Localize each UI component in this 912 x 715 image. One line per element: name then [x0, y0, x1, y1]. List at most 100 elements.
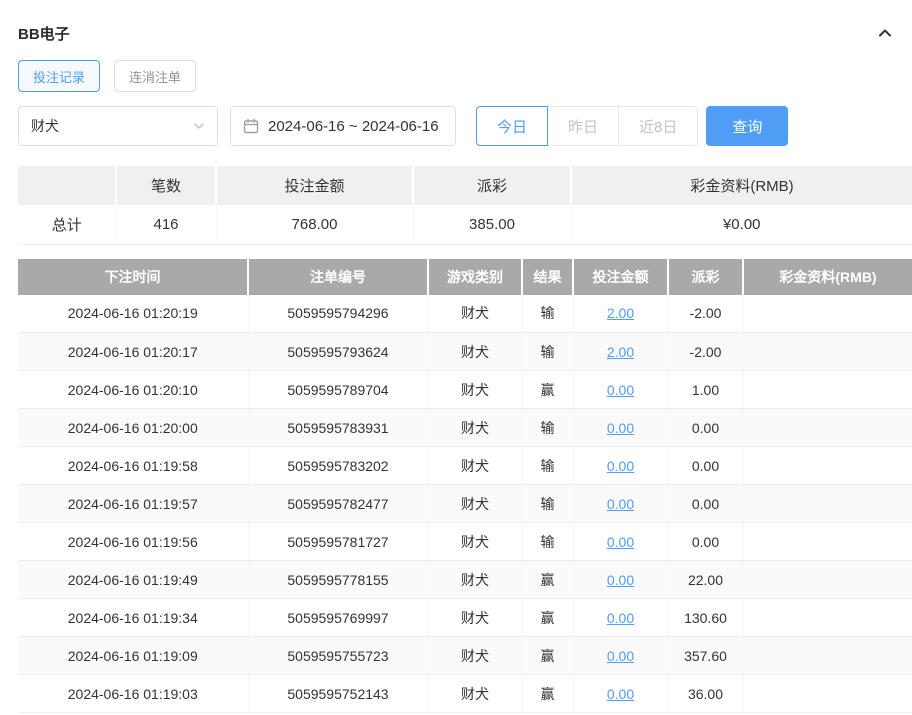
- tab-bet-records[interactable]: 投注记录: [18, 60, 100, 92]
- cell-payout: -2.00: [668, 333, 743, 371]
- table-row: 2024-06-16 01:19:345059595769997财犬赢0.001…: [18, 599, 912, 637]
- cell-jackpot: [743, 599, 912, 637]
- quick-range-yesterday[interactable]: 昨日: [547, 106, 619, 146]
- table-row: 2024-06-16 01:19:565059595781727财犬输0.000…: [18, 523, 912, 561]
- summary-total-row: 总计 416 768.00 385.00 ¥0.00: [18, 205, 912, 244]
- cell-bet-amount: 0.00: [573, 409, 668, 447]
- bet-amount-link[interactable]: 0.00: [607, 496, 634, 512]
- records-table: 下注时间 注单编号 游戏类别 结果 投注金额 派彩 彩金资料(RMB) 2024…: [18, 259, 912, 714]
- summary-bet-amount-value: 768.00: [216, 205, 413, 244]
- bet-amount-link[interactable]: 2.00: [607, 344, 634, 360]
- collapse-panel-button[interactable]: [874, 22, 896, 44]
- cell-result: 赢: [522, 561, 573, 599]
- summary-header-bet-amount: 投注金额: [216, 166, 413, 205]
- records-header-row: 下注时间 注单编号 游戏类别 结果 投注金额 派彩 彩金资料(RMB): [18, 259, 912, 295]
- bet-amount-link[interactable]: 0.00: [607, 382, 634, 398]
- table-row: 2024-06-16 01:19:095059595755723财犬赢0.003…: [18, 637, 912, 675]
- cell-jackpot: [743, 637, 912, 675]
- cell-bet-id: 5059595789704: [248, 371, 428, 409]
- bet-amount-link[interactable]: 0.00: [607, 420, 634, 436]
- cell-payout: 0.00: [668, 485, 743, 523]
- page-title: BB电子: [18, 23, 70, 44]
- table-row: 2024-06-16 01:19:575059595782477财犬输0.000…: [18, 485, 912, 523]
- bet-amount-link[interactable]: 0.00: [607, 610, 634, 626]
- column-header-bet-id: 注单编号: [248, 259, 428, 295]
- cell-bet-id: 5059595782477: [248, 485, 428, 523]
- cell-bet-id: 5059595752143: [248, 675, 428, 713]
- search-button[interactable]: 查询: [706, 106, 788, 146]
- date-range-picker[interactable]: 2024-06-16 ~ 2024-06-16: [230, 106, 456, 146]
- table-row: 2024-06-16 01:19:035059595752143财犬赢 0.00 3…: [18, 675, 912, 713]
- bet-amount-link[interactable]: 0.00: [607, 458, 634, 474]
- cell-game-type: 财犬: [428, 523, 522, 561]
- summary-jackpot-value: ¥0.00: [571, 205, 912, 244]
- cell-jackpot: [743, 447, 912, 485]
- cell-result: 赢: [522, 675, 573, 713]
- bet-amount-link[interactable]: 0.00: [607, 686, 634, 702]
- cell-payout: 130.60: [668, 599, 743, 637]
- bet-amount-link[interactable]: 0.00: [607, 534, 634, 550]
- cell-bet-amount: 0.00: [573, 447, 668, 485]
- quick-range-today[interactable]: 今日: [476, 106, 548, 146]
- cell-payout: 0.00: [668, 409, 743, 447]
- summary-header-count: 笔数: [116, 166, 216, 205]
- cell-payout: -2.00: [668, 295, 743, 333]
- game-select[interactable]: 财犬: [18, 106, 218, 146]
- quick-range-last8days[interactable]: 近8日: [618, 106, 698, 146]
- summary-total-label: 总计: [18, 205, 116, 244]
- cell-result: 赢: [522, 599, 573, 637]
- calendar-icon: [243, 118, 259, 134]
- cell-bet-amount: 2.00: [573, 333, 668, 371]
- summary-table: 笔数 投注金额 派彩 彩金资料(RMB) 总计 416 768.00 385.0…: [18, 166, 912, 245]
- cell-bet-id: 5059595781727: [248, 523, 428, 561]
- cell-result: 赢: [522, 371, 573, 409]
- cell-bet-time: 2024-06-16 01:19:56: [18, 523, 248, 561]
- cell-bet-time: 2024-06-16 01:19:34: [18, 599, 248, 637]
- cell-result: 输: [522, 409, 573, 447]
- cell-result: 输: [522, 333, 573, 371]
- cell-bet-time: 2024-06-16 01:19:09: [18, 637, 248, 675]
- table-row: 2024-06-16 01:20:195059595794296财犬输2.00-…: [18, 295, 912, 333]
- cell-bet-time: 2024-06-16 01:20:19: [18, 295, 248, 333]
- date-range-value: 2024-06-16 ~ 2024-06-16: [268, 118, 439, 135]
- cell-bet-amount: 0.00: [573, 637, 668, 675]
- cell-payout: 1.00: [668, 371, 743, 409]
- filter-bar: 财犬 2024-06-16 ~ 2024-06-16 今日 昨日 近8日 查询: [0, 106, 912, 146]
- cell-jackpot: [743, 485, 912, 523]
- bet-amount-link[interactable]: 0.00: [607, 572, 634, 588]
- cell-bet-time: 2024-06-16 01:19:58: [18, 447, 248, 485]
- table-row: 2024-06-16 01:20:175059595793624财犬输2.00-…: [18, 333, 912, 371]
- summary-header-jackpot: 彩金资料(RMB): [571, 166, 912, 205]
- summary-header-empty: [18, 166, 116, 205]
- tab-cancelled-bets[interactable]: 连消注单: [114, 60, 196, 92]
- cell-payout: 36.00: [668, 675, 743, 713]
- cell-bet-id: 5059595769997: [248, 599, 428, 637]
- cell-bet-amount: 0.00: [573, 485, 668, 523]
- cell-payout: 0.00: [668, 523, 743, 561]
- cell-bet-time: 2024-06-16 01:19:03: [18, 675, 248, 713]
- cell-game-type: 财犬: [428, 485, 522, 523]
- cell-payout: 22.00: [668, 561, 743, 599]
- cell-payout: 0.00: [668, 447, 743, 485]
- cell-bet-amount: 0.00: [573, 371, 668, 409]
- summary-count-value: 416: [116, 205, 216, 244]
- summary-header-row: 笔数 投注金额 派彩 彩金资料(RMB): [18, 166, 912, 205]
- cell-jackpot: [743, 409, 912, 447]
- record-tabs: 投注记录 连消注单: [0, 60, 912, 92]
- bet-amount-link[interactable]: 0.00: [607, 648, 634, 664]
- bet-amount-link[interactable]: 2.00: [607, 305, 634, 321]
- cell-bet-amount: 0.00: [573, 599, 668, 637]
- cell-bet-time: 2024-06-16 01:19:49: [18, 561, 248, 599]
- cell-jackpot: [743, 675, 912, 713]
- cell-bet-time: 2024-06-16 01:20:17: [18, 333, 248, 371]
- cell-game-type: 财犬: [428, 675, 522, 713]
- table-row: 2024-06-16 01:20:005059595783931财犬输0.000…: [18, 409, 912, 447]
- bet-records-panel: BB电子 投注记录 连消注单 财犬 2024-06-16 ~ 2024-06-1…: [0, 0, 912, 715]
- cell-game-type: 财犬: [428, 295, 522, 333]
- cell-result: 输: [522, 295, 573, 333]
- cell-game-type: 财犬: [428, 447, 522, 485]
- column-header-bet-time: 下注时间: [18, 259, 248, 295]
- cell-result: 赢: [522, 637, 573, 675]
- cell-game-type: 财犬: [428, 409, 522, 447]
- panel-header: BB电子: [0, 0, 912, 44]
